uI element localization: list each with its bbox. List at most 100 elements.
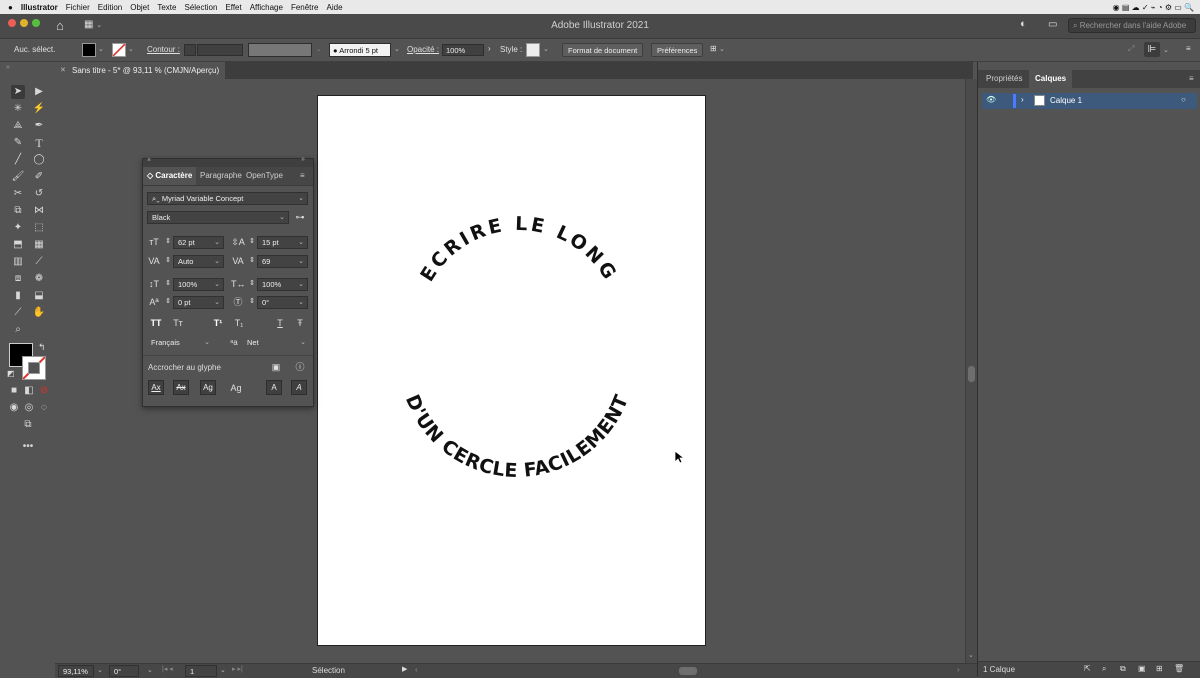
control-bar-menu-icon[interactable]: ≡ [1186,44,1191,53]
snap-info-icon[interactable]: ⓘ [293,360,307,374]
blend-tool-icon[interactable]: ⧈ [11,272,25,286]
line-tool-icon[interactable]: ╱ [11,153,25,167]
close-tab-icon[interactable]: ✕ [60,62,66,79]
small-caps-button[interactable]: Tт [171,316,185,330]
panel-menu-icon[interactable]: ≡ [1189,74,1194,83]
stroke-weight-field[interactable] [197,44,243,56]
snap-baseline-button[interactable]: Ax [148,380,164,395]
menu-effet[interactable]: Effet [225,3,241,12]
tab-properties[interactable]: Propriétés [980,70,1028,88]
font-family-dropdown-icon[interactable]: ⌄ [298,193,304,205]
leading-dropdown-icon[interactable]: ⌄ [298,237,304,249]
profile-dropdown-icon[interactable]: ⌄ [316,45,322,53]
menu-affichage[interactable]: Affichage [250,3,283,12]
arc-text-top[interactable]: ECRIRE LE LONG [416,213,622,286]
eyedropper-tool-icon[interactable]: ⟋ [32,255,46,269]
status-tool-name[interactable]: Sélection [312,666,345,675]
free-transform-tool-icon[interactable]: ⬚ [32,221,46,235]
collapse-panel-icon[interactable]: » [301,156,305,163]
ellipse-tool-icon[interactable]: ◯ [32,153,46,167]
export-icon[interactable]: ⇱ [1084,664,1091,673]
transform-icon[interactable]: ⤢ [1128,44,1134,54]
status-menu-icon[interactable]: ▶ [402,665,407,673]
brush-dropdown-icon[interactable]: ⌄ [394,45,400,53]
menu-fenetre[interactable]: Fenêtre [291,3,319,12]
column-graph-tool-icon[interactable]: ▮ [11,289,25,303]
vertical-scale-field[interactable]: 100% ⌄ [173,278,224,291]
type-tool-icon[interactable]: T [32,136,46,150]
workspace-switcher-icon[interactable]: ▦ ⌄ [84,19,102,30]
stroke-color-box[interactable] [22,356,46,380]
menu-app-name[interactable]: Illustrator [21,3,58,12]
rotation-dropdown-icon[interactable]: ⌄ [147,666,153,674]
graphic-style-swatch[interactable] [526,43,540,57]
character-panel-menu-icon[interactable]: ≡ [300,171,305,180]
swap-colors-icon[interactable]: ↰ [38,342,46,353]
stroke-dropdown-icon[interactable]: ⌄ [128,45,134,53]
snap-anchor-point-button[interactable]: A [291,380,307,395]
screen-mode-icon[interactable]: ⧉ [21,418,35,432]
selection-tool-icon[interactable]: ➤ [11,85,25,99]
mesh-tool-icon[interactable]: ▥ [11,255,25,269]
align-dropdown-icon[interactable]: ⌄ [1163,45,1169,54]
tab-character[interactable]: ◇ Caractère [143,167,197,185]
document-tab[interactable]: ✕ Sans titre - 5* @ 93,11 % (CMJN/Aperçu… [55,62,225,79]
new-sublayer-icon[interactable]: ▣ [1138,664,1146,673]
tracking-field[interactable]: 69 ⌄ [257,255,308,268]
align-icon[interactable]: ⊫ [1144,42,1160,57]
rotation-field[interactable]: 0° [109,665,139,677]
apple-icon[interactable]: ● [8,3,13,12]
draw-inside-icon[interactable]: ◌ [37,401,51,415]
toolbar-collapse-icon[interactable]: » [6,64,10,71]
horizontal-scale-field[interactable]: 100% ⌄ [257,278,308,291]
baseline-shift-dropdown-icon[interactable]: ⌄ [214,297,220,309]
character-rotation-field[interactable]: 0° ⌄ [257,296,308,309]
puppet-warp-tool-icon[interactable]: ✦ [11,221,25,235]
character-panel-header[interactable]: × » [143,156,313,167]
fill-swatch[interactable] [82,43,96,57]
tracking-dropdown-icon[interactable]: ⌄ [298,256,304,268]
next-artboard-icon[interactable]: ▸ ▸| [232,665,243,673]
layer-target-icon[interactable]: ○ [1181,95,1186,104]
artboard-dropdown-icon[interactable]: ⌄ [220,666,226,674]
style-dropdown-icon[interactable]: ⌄ [543,45,549,53]
stroke-swatch[interactable] [112,43,126,57]
vertical-scroll-thumb[interactable] [968,366,975,382]
layer-name[interactable]: Calque 1 [1050,96,1082,105]
first-artboard-icon[interactable]: |◂ ◂ [162,665,173,673]
scroll-down-icon[interactable]: ⌄ [968,651,974,659]
font-style-dropdown-icon[interactable]: ⌄ [279,212,285,224]
tab-layers[interactable]: Calques [1029,70,1073,88]
menu-selection[interactable]: Sélection [184,3,217,12]
pen-tool-icon[interactable]: ✒ [32,119,46,133]
draw-normal-icon[interactable]: ◉ [7,401,21,415]
status-icons[interactable]: ◉ ▤ ☁ ✓ ⌁ ◔ ⚙ ▭ 🔍 [1113,3,1194,12]
hand-tool-icon[interactable]: ✋ [32,306,46,320]
stroke-label[interactable]: Contour : [147,45,180,54]
paintbrush-tool-icon[interactable]: 🖌 [11,170,25,184]
user-icon[interactable]: ◐ [1020,18,1027,30]
snap-angular-guides-button[interactable]: A [266,380,282,395]
slice-tool-icon[interactable]: ⟋ [11,306,25,320]
menu-objet[interactable]: Objet [130,3,149,12]
snap-proximity-guides-button[interactable]: Ag [229,381,243,395]
language-dropdown-icon[interactable]: ⌄ [204,337,210,349]
strikethrough-button[interactable]: Ŧ [293,316,307,330]
zoom-window-button[interactable] [32,19,40,27]
artboard-number-field[interactable]: 1 [185,665,217,677]
superscript-button[interactable]: T¹ [211,316,225,330]
kerning-field[interactable]: Auto ⌄ [173,255,224,268]
stroke-weight-stepper[interactable] [184,44,196,56]
close-window-button[interactable] [8,19,16,27]
color-mode-icon[interactable]: ■ [7,384,21,398]
menu-texte[interactable]: Texte [157,3,176,12]
fill-dropdown-icon[interactable]: ⌄ [98,45,104,53]
new-layer-icon[interactable]: ⊞ [1156,664,1163,673]
zoom-dropdown-icon[interactable]: ⌄ [97,666,103,674]
underline-button[interactable]: T [273,316,287,330]
preferences-button[interactable]: Préférences [651,43,704,57]
variable-font-icon[interactable]: ⊶ [293,210,307,224]
horizontal-scroll-thumb[interactable] [679,667,697,675]
delete-layer-icon[interactable]: 🗑 [1174,664,1184,673]
zoom-tool-icon[interactable]: ⌕ [11,323,25,337]
